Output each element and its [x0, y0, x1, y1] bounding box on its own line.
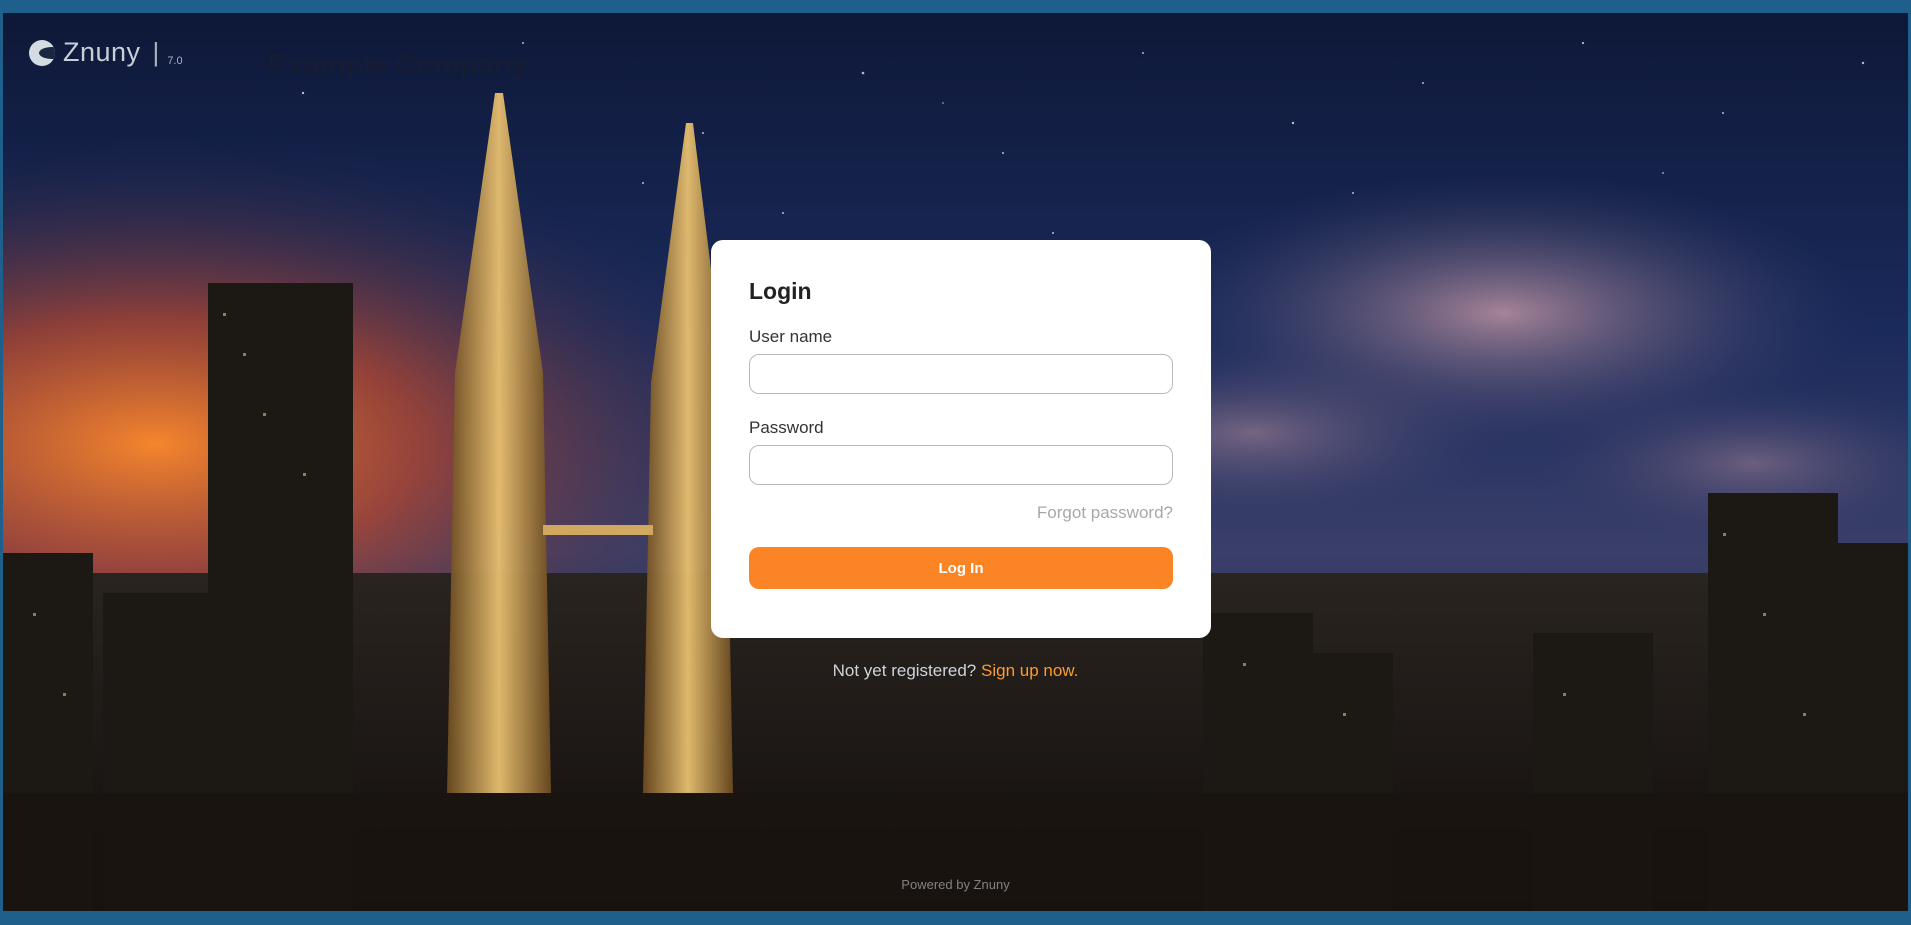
login-button[interactable]: Log In — [749, 547, 1173, 589]
znuny-logo-icon — [29, 39, 55, 66]
powered-by-footer: Powered by Znuny — [901, 877, 1010, 892]
signup-prompt: Not yet registered? Sign up now. — [3, 661, 1908, 681]
forgot-password-link[interactable]: Forgot password? — [749, 503, 1173, 523]
login-card: Login User name Password Forgot password… — [711, 240, 1211, 638]
browser-frame: Znuny | 7.0 Example Company Login User n… — [0, 0, 1911, 925]
logo-separator: | — [152, 37, 160, 67]
logo-text: Znuny — [63, 37, 141, 67]
logo-version: 7.0 — [167, 54, 183, 67]
username-input[interactable] — [749, 354, 1173, 394]
company-name: Example Company — [268, 49, 528, 81]
password-label: Password — [749, 418, 824, 437]
password-input[interactable] — [749, 445, 1173, 485]
signup-link[interactable]: Sign up now. — [981, 661, 1078, 680]
signup-prompt-text: Not yet registered? — [832, 661, 977, 680]
username-label: User name — [749, 327, 833, 346]
znuny-logo[interactable]: Znuny | 7.0 — [29, 37, 183, 68]
login-title: Login — [749, 278, 812, 304]
